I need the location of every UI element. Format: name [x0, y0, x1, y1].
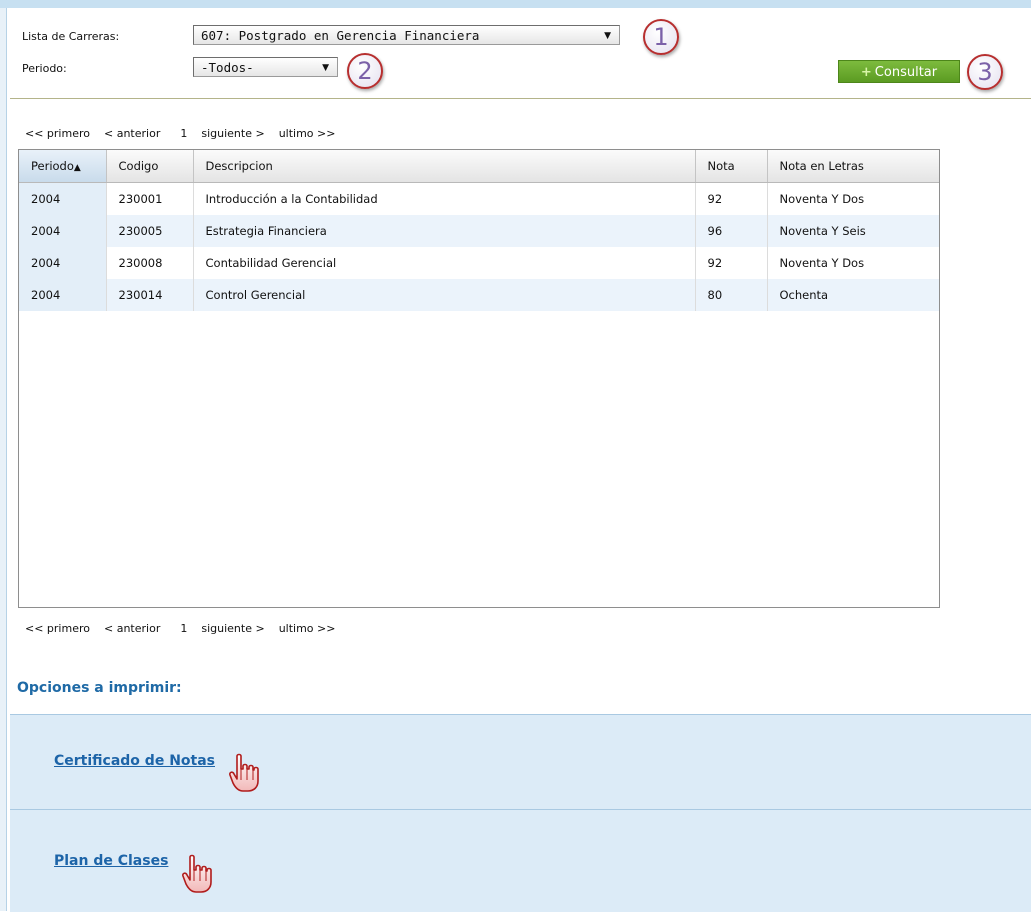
cell-periodo: 2004: [19, 247, 107, 279]
callout-badge-3: 3: [967, 54, 1003, 90]
cell-nota: 92: [695, 247, 768, 279]
pager-top: << primero < anterior 1 siguiente > ultimo >…: [25, 127, 349, 140]
pager-page-number[interactable]: 1: [180, 622, 187, 635]
column-header-nota[interactable]: Nota: [695, 150, 768, 183]
pager-page-number[interactable]: 1: [180, 127, 187, 140]
cell-codigo: 230005: [106, 215, 194, 247]
periodo-label: Periodo:: [22, 62, 67, 75]
cell-nota: 92: [695, 182, 768, 215]
carreras-select[interactable]: 607: Postgrado en Gerencia Financiera ▼: [193, 25, 620, 45]
column-header-nota-letras[interactable]: Nota en Letras: [767, 150, 939, 183]
table-row[interactable]: 2004 230005 Estrategia Financiera 96 Nov…: [19, 215, 939, 247]
column-header-periodo[interactable]: Periodo▲: [19, 150, 107, 183]
cell-nota-letras: Ochenta: [767, 279, 939, 311]
pager-bottom: << primero < anterior 1 siguiente > ultimo >…: [25, 622, 349, 635]
cell-periodo: 2004: [19, 215, 107, 247]
cell-descripcion: Introducción a la Contabilidad: [193, 182, 696, 215]
divider: [10, 98, 1031, 99]
table-row[interactable]: 2004 230014 Control Gerencial 80 Ochenta: [19, 279, 939, 311]
pager-next-link[interactable]: siguiente >: [201, 127, 264, 140]
cell-nota-letras: Noventa Y Dos: [767, 182, 939, 215]
column-header-descripcion[interactable]: Descripcion: [193, 150, 696, 183]
hand-pointer-icon: [182, 854, 212, 893]
sort-asc-icon: ▲: [73, 163, 81, 173]
print-options-title: Opciones a imprimir:: [17, 680, 182, 696]
cell-descripcion: Control Gerencial: [193, 279, 696, 311]
carreras-label: Lista de Carreras:: [22, 30, 120, 43]
left-border: [0, 8, 7, 911]
table-row[interactable]: 2004 230008 Contabilidad Gerencial 92 No…: [19, 247, 939, 279]
pager-next-link[interactable]: siguiente >: [201, 622, 264, 635]
cell-periodo: 2004: [19, 182, 107, 215]
cell-descripcion: Contabilidad Gerencial: [193, 247, 696, 279]
chevron-down-icon: ▼: [604, 31, 611, 41]
certificado-link[interactable]: Certificado de Notas: [54, 753, 215, 769]
chevron-down-icon: ▼: [322, 63, 329, 73]
cell-nota-letras: Noventa Y Seis: [767, 215, 939, 247]
cell-nota: 80: [695, 279, 768, 311]
periodo-select[interactable]: -Todos- ▼: [193, 57, 338, 77]
consultar-button[interactable]: + Consultar: [838, 60, 960, 83]
cell-nota: 96: [695, 215, 768, 247]
pager-prev-link[interactable]: < anterior: [104, 127, 160, 140]
column-header-codigo[interactable]: Codigo: [106, 150, 194, 183]
callout-badge-2: 2: [347, 53, 383, 89]
grades-table: Periodo▲ Codigo Descripcion Nota Nota en…: [18, 149, 940, 608]
cell-codigo: 230001: [106, 182, 194, 215]
pager-last-link[interactable]: ultimo >>: [279, 622, 336, 635]
cell-descripcion: Estrategia Financiera: [193, 215, 696, 247]
cell-periodo: 2004: [19, 279, 107, 311]
cell-codigo: 230008: [106, 247, 194, 279]
pager-first-link[interactable]: << primero: [25, 622, 90, 635]
cell-codigo: 230014: [106, 279, 194, 311]
print-option-plan: Plan de Clases: [10, 809, 1031, 912]
table-row[interactable]: 2004 230001 Introducción a la Contabilid…: [19, 182, 939, 215]
top-border: [0, 0, 1031, 8]
plan-clases-link[interactable]: Plan de Clases: [54, 853, 168, 869]
cell-nota-letras: Noventa Y Dos: [767, 247, 939, 279]
pager-last-link[interactable]: ultimo >>: [279, 127, 336, 140]
hand-pointer-icon: [229, 753, 259, 792]
pager-prev-link[interactable]: < anterior: [104, 622, 160, 635]
consultar-label: Consultar: [874, 65, 938, 80]
plus-icon: +: [860, 65, 872, 80]
callout-badge-1: 1: [643, 19, 679, 55]
pager-first-link[interactable]: << primero: [25, 127, 90, 140]
periodo-select-value: -Todos-: [201, 60, 254, 75]
print-option-certificado: Certificado de Notas: [10, 714, 1031, 810]
table-header-row: Periodo▲ Codigo Descripcion Nota Nota en…: [19, 150, 939, 183]
carreras-select-value: 607: Postgrado en Gerencia Financiera: [201, 28, 480, 43]
